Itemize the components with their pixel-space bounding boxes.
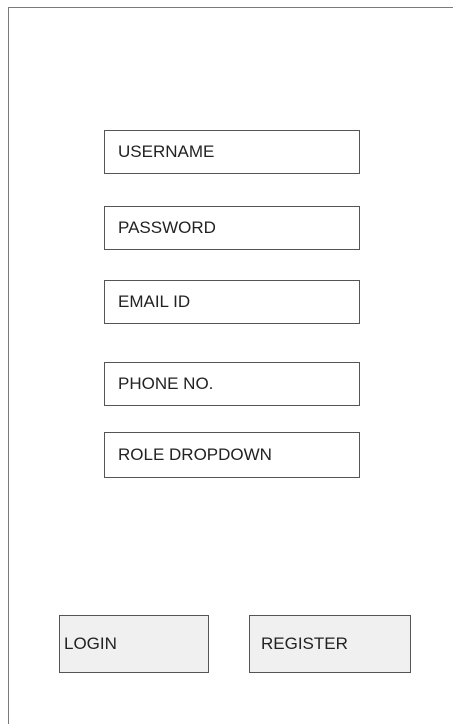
register-button[interactable]: REGISTER	[249, 615, 411, 673]
frame-top-border	[8, 7, 453, 8]
role-dropdown-label: ROLE DROPDOWN	[118, 445, 272, 464]
username-input[interactable]	[104, 130, 360, 174]
password-input[interactable]	[104, 206, 360, 250]
phone-input[interactable]	[104, 362, 360, 406]
register-screen: ROLE DROPDOWN LOGIN REGISTER	[0, 0, 453, 724]
role-dropdown[interactable]: ROLE DROPDOWN	[104, 432, 360, 478]
email-input[interactable]	[104, 280, 360, 324]
frame-left-border	[8, 7, 9, 724]
login-button[interactable]: LOGIN	[59, 615, 209, 673]
